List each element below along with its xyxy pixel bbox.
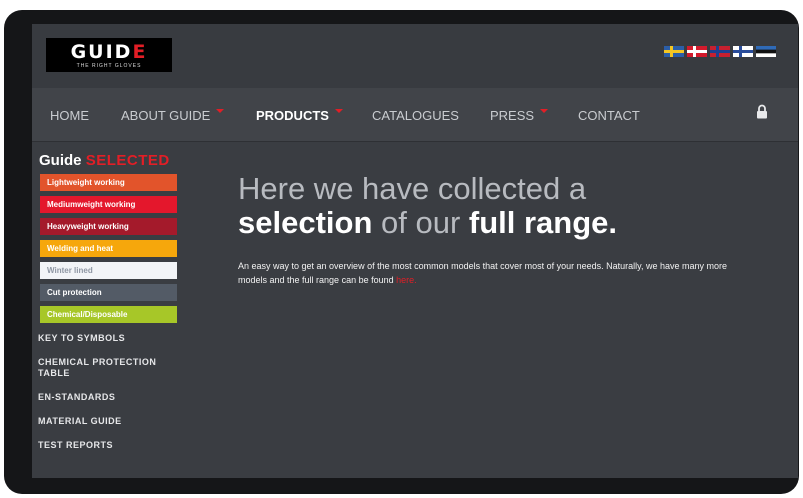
- site-header: GUIDE THE RIGHT GLOVES: [32, 24, 798, 88]
- nav-item-contact[interactable]: CONTACT: [578, 108, 640, 123]
- category-lightweight-working[interactable]: Lightweight working: [40, 174, 177, 191]
- category-mediumweight-working[interactable]: Mediumweight working: [40, 196, 177, 213]
- main-nav: HOME ABOUT GUIDE PRODUCTS CATALOGUES PRE…: [32, 88, 798, 142]
- logo-tagline: THE RIGHT GLOVES: [76, 63, 142, 69]
- category-welding-and-heat[interactable]: Welding and heat: [40, 240, 177, 257]
- estonia-flag-icon[interactable]: [756, 46, 776, 57]
- sweden-flag-icon[interactable]: [664, 46, 684, 57]
- category-cut-protection[interactable]: Cut protection: [40, 284, 177, 301]
- headline-line-2: selection of our full range.: [238, 205, 618, 240]
- sidebar-links: KEY TO SYMBOLS CHEMICAL PROTECTION TABLE…: [38, 333, 208, 451]
- category-winter-lined[interactable]: Winter lined: [40, 262, 177, 279]
- nav-item-press[interactable]: PRESS: [490, 108, 549, 123]
- logo-wordmark: GUIDE: [70, 41, 148, 63]
- sidebar-title: Guide SELECTED: [39, 152, 170, 169]
- denmark-flag-icon[interactable]: [687, 46, 707, 57]
- sidebar: Guide SELECTED Lightweight working Mediu…: [38, 152, 208, 464]
- nav-item-about-guide[interactable]: ABOUT GUIDE: [121, 108, 225, 123]
- link-material-guide[interactable]: MATERIAL GUIDE: [38, 416, 208, 427]
- dropdown-caret-icon: [540, 109, 549, 113]
- dropdown-caret-icon: [334, 109, 343, 113]
- link-test-reports[interactable]: TEST REPORTS: [38, 440, 208, 451]
- headline-line-1: Here we have collected a: [238, 171, 587, 206]
- finland-flag-icon[interactable]: [733, 46, 753, 57]
- link-chemical-protection-table[interactable]: CHEMICAL PROTECTION TABLE: [38, 357, 173, 379]
- main-content: Here we have collected a selection of ou…: [238, 172, 778, 287]
- intro-text: An easy way to get an overview of the mo…: [238, 261, 728, 285]
- device-frame: GUIDE THE RIGHT GLOVES HOME ABOUT GUIDE …: [4, 10, 799, 494]
- dropdown-caret-icon: [216, 109, 225, 113]
- here-link[interactable]: here.: [396, 275, 417, 285]
- language-flags: [664, 46, 776, 57]
- link-key-to-symbols[interactable]: KEY TO SYMBOLS: [38, 333, 208, 344]
- link-en-standards[interactable]: EN-STANDARDS: [38, 392, 208, 403]
- lock-icon[interactable]: [756, 104, 768, 119]
- nav-item-catalogues[interactable]: CATALOGUES: [372, 108, 459, 123]
- nav-item-home[interactable]: HOME: [50, 108, 89, 123]
- norway-flag-icon[interactable]: [710, 46, 730, 57]
- guide-logo[interactable]: GUIDE THE RIGHT GLOVES: [46, 38, 172, 72]
- nav-item-products[interactable]: PRODUCTS: [256, 108, 343, 123]
- category-chemical-disposable[interactable]: Chemical/Disposable: [40, 306, 177, 323]
- website-screen: GUIDE THE RIGHT GLOVES HOME ABOUT GUIDE …: [32, 24, 798, 478]
- category-heavyweight-working[interactable]: Heavyweight working: [40, 218, 177, 235]
